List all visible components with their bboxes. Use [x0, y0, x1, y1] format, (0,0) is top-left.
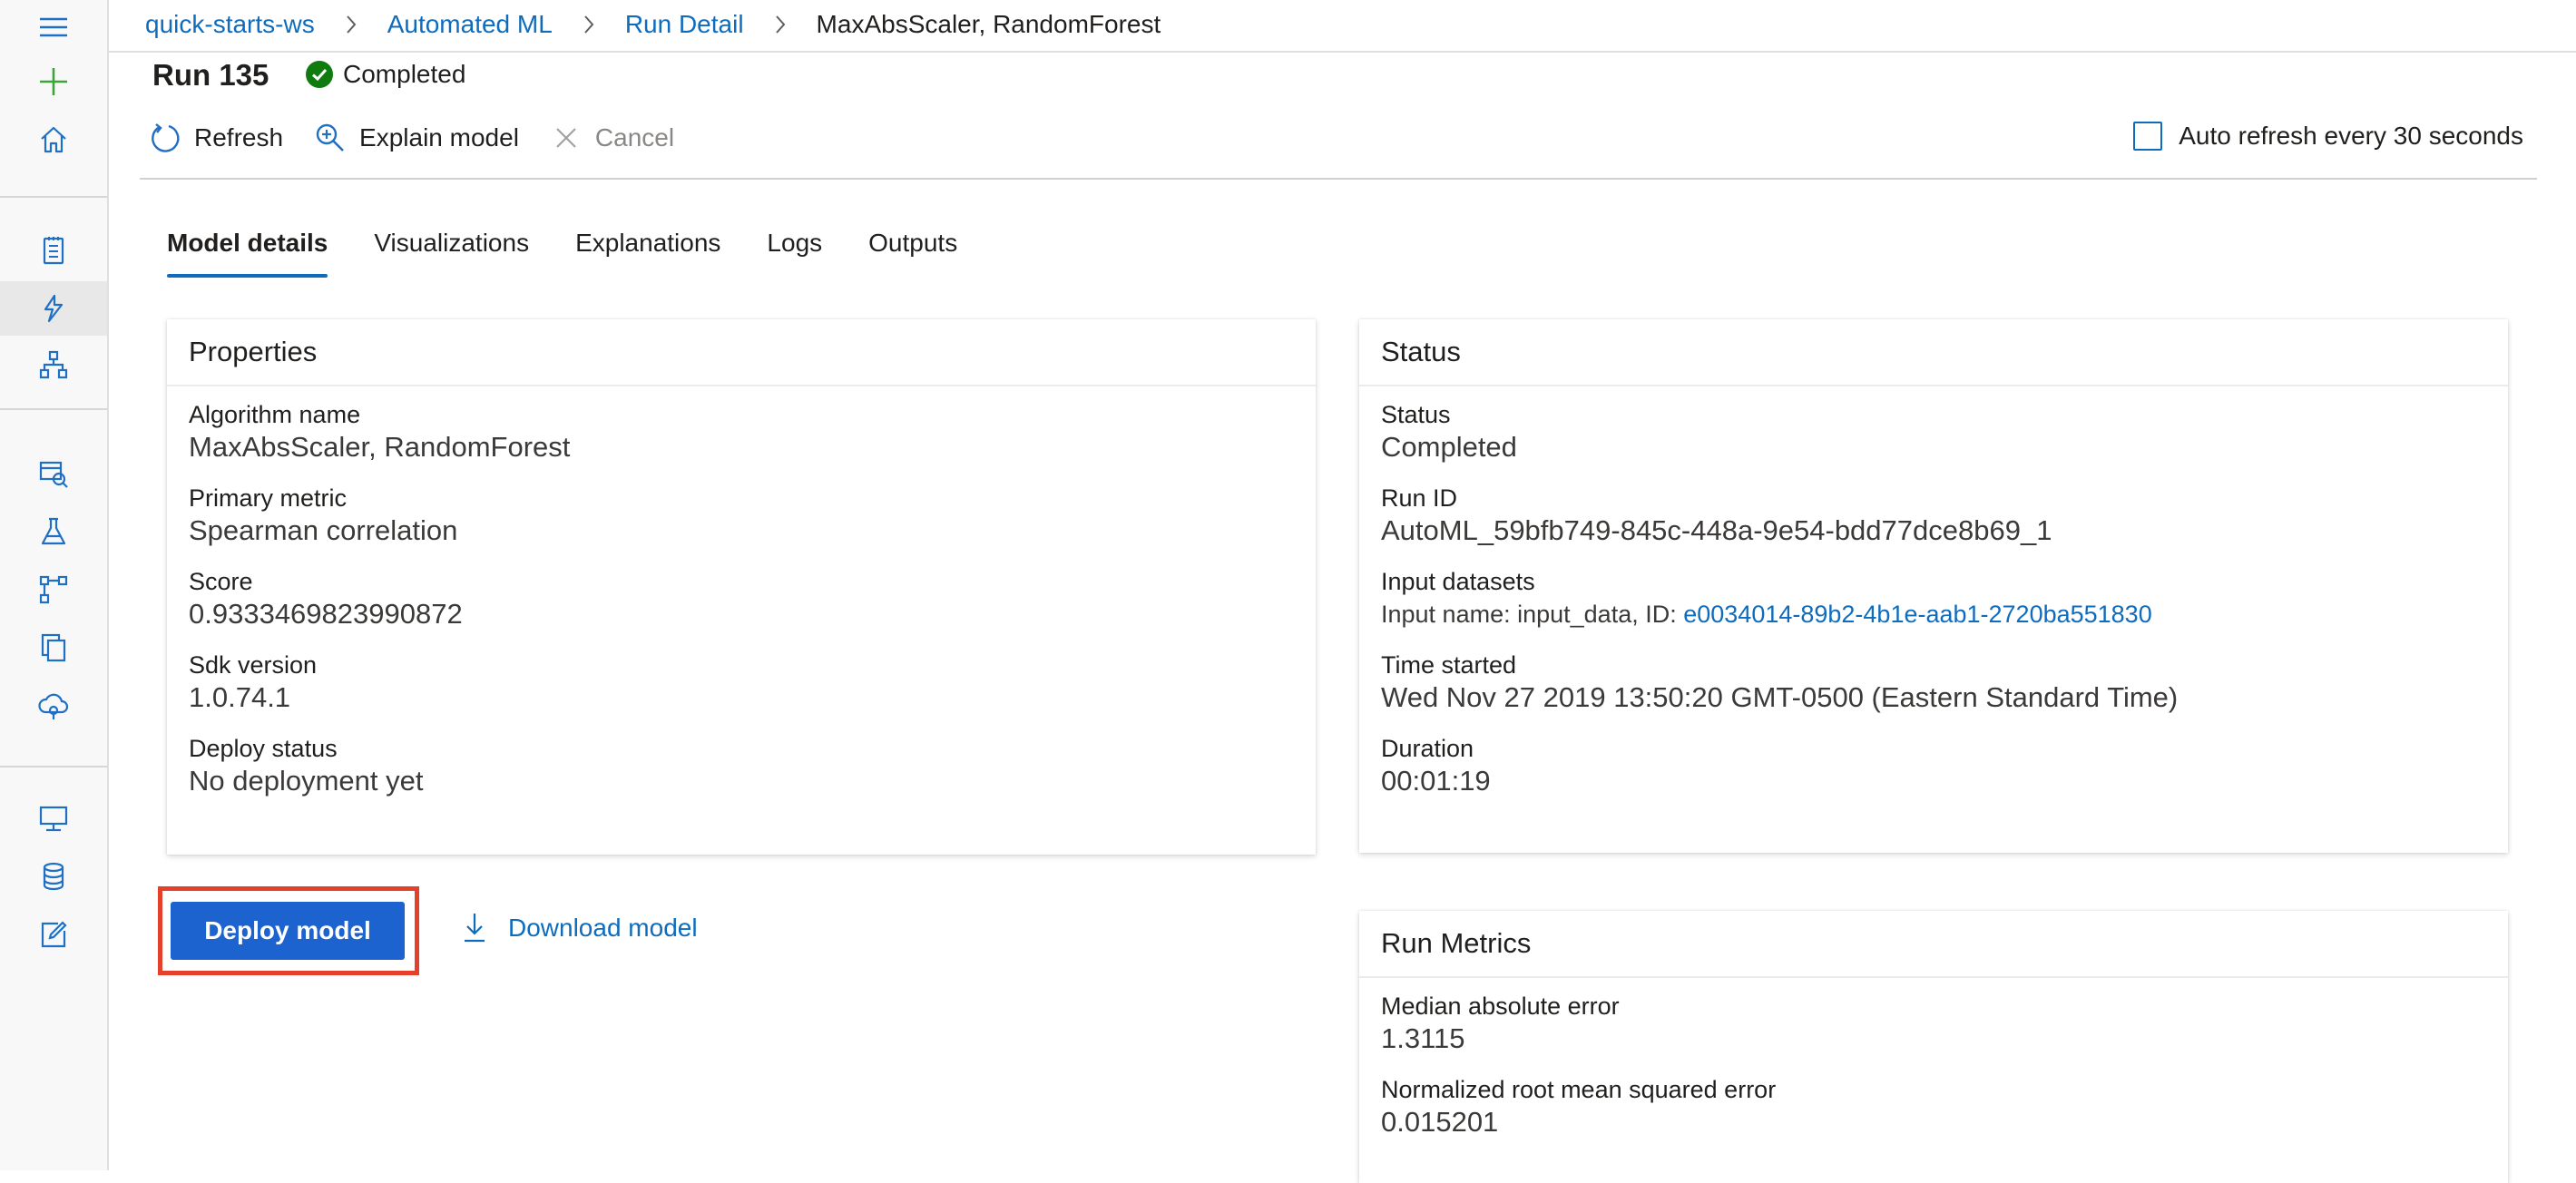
cancel-button[interactable]: Cancel — [550, 122, 674, 154]
time-started-value: Wed Nov 27 2019 13:50:20 GMT-0500 (Easte… — [1381, 681, 2179, 713]
input-name-text: Input name: input_data, ID: — [1381, 601, 1677, 628]
property-label: Deploy status — [189, 735, 338, 762]
property-value: 1.0.74.1 — [189, 681, 291, 713]
status-header: Status — [1359, 319, 2508, 386]
run-id-field: Run ID AutoML_59bfb749-845c-448a-9e54-bd… — [1381, 483, 2486, 548]
property-primary-metric: Primary metric Spearman correlation — [189, 483, 1294, 548]
datasets-icon[interactable] — [0, 446, 107, 501]
property-label: Primary metric — [189, 484, 347, 512]
left-nav-rail — [0, 0, 109, 1170]
property-label: Algorithm name — [189, 401, 361, 428]
zoom-in-icon — [316, 123, 344, 152]
property-deploy-status: Deploy status No deployment yet — [189, 733, 1294, 798]
input-datasets-label: Input datasets — [1381, 568, 1535, 595]
duration-label: Duration — [1381, 735, 1474, 762]
status-label: Status — [1381, 401, 1451, 428]
tab-explanations[interactable]: Explanations — [575, 229, 720, 278]
status-text: Completed — [343, 60, 466, 88]
status-card: Status Status Completed Run ID AutoML_59… — [1359, 319, 2508, 853]
tab-list: Model details Visualizations Explanation… — [167, 229, 1004, 278]
breadcrumb-workspace[interactable]: quick-starts-ws — [145, 10, 315, 39]
auto-refresh-label: Auto refresh every 30 seconds — [2179, 122, 2523, 150]
refresh-label: Refresh — [194, 123, 284, 152]
download-icon — [465, 914, 485, 943]
property-value: Spearman correlation — [189, 514, 458, 546]
tab-outputs[interactable]: Outputs — [868, 229, 957, 278]
compute-icon[interactable] — [0, 791, 107, 846]
breadcrumb-automated-ml[interactable]: Automated ML — [387, 10, 553, 39]
input-datasets-value: Input name: input_data, ID: e0034014-89b… — [1381, 597, 2486, 631]
run-metrics-card: Run Metrics Median absolute error 1.3115… — [1359, 911, 2508, 1183]
refresh-icon — [152, 123, 180, 152]
property-label: Sdk version — [189, 651, 318, 679]
metric-label: Median absolute error — [1381, 992, 1620, 1020]
run-metrics-header: Run Metrics — [1359, 911, 2508, 978]
properties-header: Properties — [167, 319, 1316, 386]
tab-logs[interactable]: Logs — [767, 229, 822, 278]
breadcrumb-current: MaxAbsScaler, RandomForest — [816, 10, 1161, 38]
command-bar-divider — [140, 178, 2537, 180]
close-icon — [556, 128, 576, 148]
plus-icon[interactable] — [0, 54, 107, 109]
property-algorithm: Algorithm name MaxAbsScaler, RandomFores… — [189, 399, 1294, 464]
breadcrumb-run-detail[interactable]: Run Detail — [625, 10, 744, 39]
datastores-icon[interactable] — [0, 849, 107, 904]
status-field: Status Completed — [1381, 399, 2486, 464]
run-id-value: AutoML_59bfb749-845c-448a-9e54-bdd77dce8… — [1381, 514, 2052, 546]
time-started-field: Time started Wed Nov 27 2019 13:50:20 GM… — [1381, 650, 2486, 715]
property-score: Score 0.9333469823990872 — [189, 566, 1294, 631]
models-icon[interactable] — [0, 621, 107, 675]
chevron-right-icon — [335, 8, 367, 41]
page-title: Run 135 — [152, 58, 269, 92]
metric-value: 0.015201 — [1381, 1106, 1499, 1138]
download-model-link[interactable]: Download model — [461, 912, 698, 944]
designer-icon[interactable] — [0, 337, 107, 392]
property-label: Score — [189, 568, 253, 595]
explain-model-label: Explain model — [359, 123, 519, 152]
deploy-model-button[interactable]: Deploy model — [171, 902, 405, 960]
automated-ml-icon[interactable] — [0, 281, 107, 336]
tab-visualizations[interactable]: Visualizations — [374, 229, 529, 278]
check-circle-icon — [306, 61, 333, 88]
hamburger-menu-icon[interactable] — [0, 0, 107, 54]
property-value: No deployment yet — [189, 765, 424, 797]
time-started-label: Time started — [1381, 651, 1517, 679]
home-icon[interactable] — [0, 112, 107, 167]
refresh-button[interactable]: Refresh — [149, 122, 283, 154]
property-value: MaxAbsScaler, RandomForest — [189, 431, 571, 463]
dataset-id-link[interactable]: e0034014-89b2-4b1e-aab1-2720ba551830 — [1683, 601, 2151, 628]
cancel-label: Cancel — [594, 123, 675, 152]
chevron-right-icon — [573, 8, 605, 41]
input-datasets-field: Input datasets Input name: input_data, I… — [1381, 566, 2486, 631]
tab-model-details[interactable]: Model details — [167, 229, 328, 278]
data-labeling-icon[interactable] — [0, 907, 107, 962]
run-id-label: Run ID — [1381, 484, 1458, 512]
property-sdk-version: Sdk version 1.0.74.1 — [189, 650, 1294, 715]
properties-card: Properties Algorithm name MaxAbsScaler, … — [167, 319, 1316, 855]
experiments-icon[interactable] — [0, 504, 107, 559]
duration-field: Duration 00:01:19 — [1381, 733, 2486, 798]
metric-value: 1.3115 — [1381, 1022, 1465, 1054]
metric-label: Normalized root mean squared error — [1381, 1076, 1777, 1103]
notebook-icon[interactable] — [0, 223, 107, 278]
chevron-right-icon — [764, 8, 797, 41]
auto-refresh-checkbox[interactable]: Auto refresh every 30 seconds — [2133, 122, 2523, 151]
command-bar: Refresh Explain model Cancel — [149, 116, 705, 160]
duration-value: 00:01:19 — [1381, 765, 1491, 797]
property-value: 0.9333469823990872 — [189, 598, 463, 630]
download-model-label: Download model — [508, 914, 698, 942]
header-divider — [109, 51, 2576, 53]
breadcrumb: quick-starts-ws Automated ML Run Detail … — [145, 0, 1161, 49]
pipelines-icon[interactable] — [0, 562, 107, 617]
explain-model-button[interactable]: Explain model — [314, 122, 519, 154]
status-value: Completed — [1381, 431, 1517, 463]
metric-nrmse: Normalized root mean squared error 0.015… — [1381, 1074, 2486, 1139]
endpoints-icon[interactable] — [0, 679, 107, 733]
status-badge: Completed — [305, 60, 465, 89]
metric-median-absolute-error: Median absolute error 1.3115 — [1381, 991, 2486, 1056]
checkbox-box[interactable] — [2133, 122, 2163, 151]
